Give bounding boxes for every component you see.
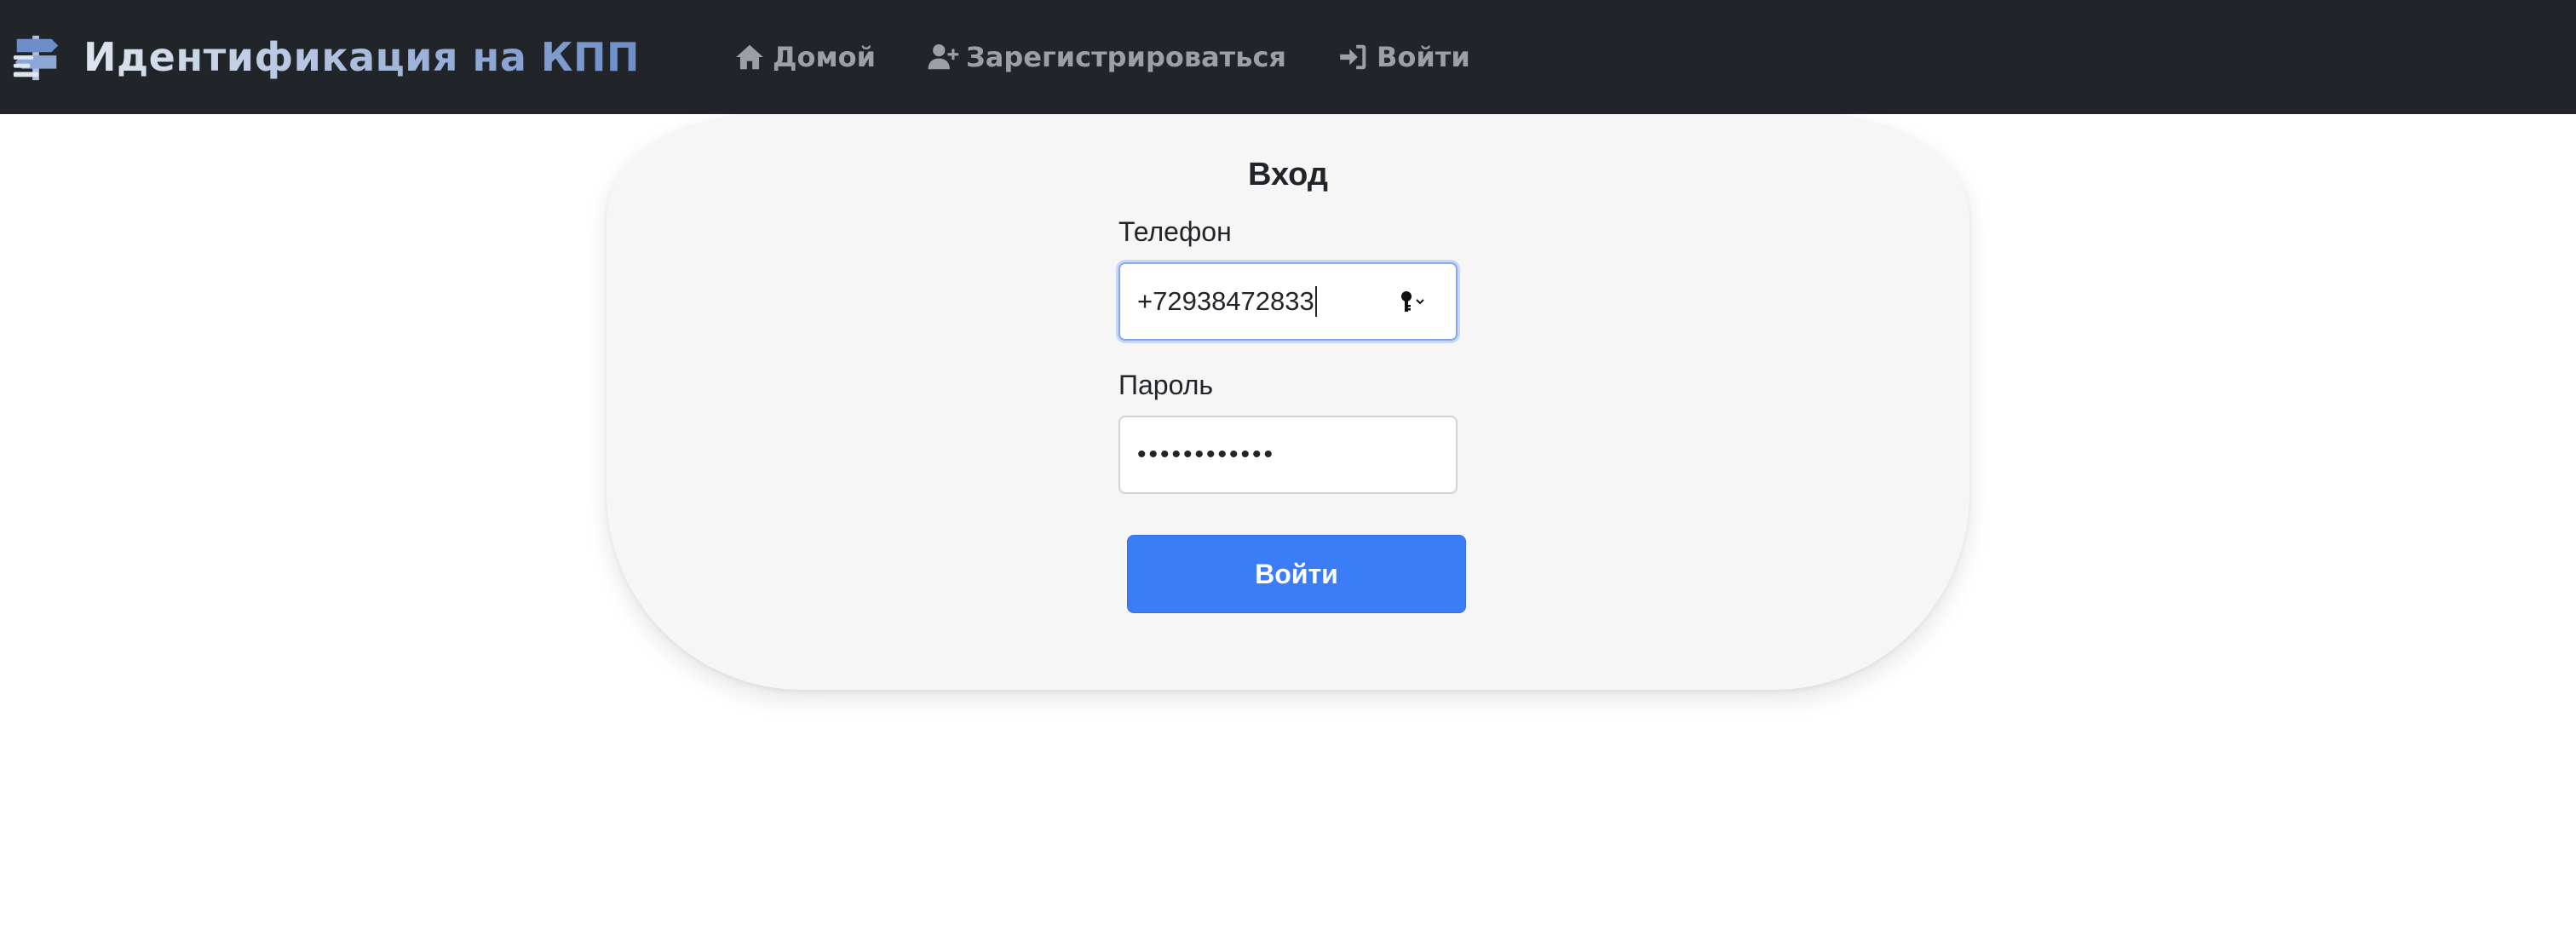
navbar: Идентификация на КПП Домой Зарегистриров…	[0, 0, 2576, 114]
nav-link-login-label: Войти	[1376, 41, 1470, 73]
nav-links: Домой Зарегистрироваться Войти	[733, 41, 1521, 73]
password-label: Пароль	[1118, 370, 1214, 400]
phone-input[interactable]: +72938472833	[1118, 262, 1458, 341]
login-card: Вход Телефон +72938472833 Пароль •••••••…	[607, 114, 1969, 690]
brand-title: Идентификация на КПП	[83, 34, 640, 80]
user-plus-icon	[928, 43, 959, 70]
signpost-logo-icon	[13, 35, 59, 81]
login-title: Вход	[1248, 157, 1328, 192]
nav-link-home[interactable]: Домой	[733, 41, 876, 73]
nav-link-home-label: Домой	[772, 41, 877, 73]
home-icon	[736, 44, 763, 70]
password-manager-key-icon[interactable]	[1398, 290, 1432, 315]
nav-link-login[interactable]: Войти	[1337, 41, 1470, 73]
password-input[interactable]: ••••••••••••	[1118, 416, 1458, 494]
password-input-value: ••••••••••••	[1137, 440, 1276, 468]
brand-link[interactable]: Идентификация на КПП	[10, 31, 640, 83]
sign-in-icon	[1340, 44, 1366, 70]
login-submit-button[interactable]: Войти	[1127, 535, 1466, 613]
nav-link-register[interactable]: Зарегистрироваться	[927, 41, 1286, 73]
nav-link-register-label: Зарегистрироваться	[966, 41, 1286, 73]
phone-label: Телефон	[1118, 216, 1232, 247]
phone-input-value: +72938472833	[1137, 286, 1314, 316]
text-caret	[1314, 286, 1317, 317]
